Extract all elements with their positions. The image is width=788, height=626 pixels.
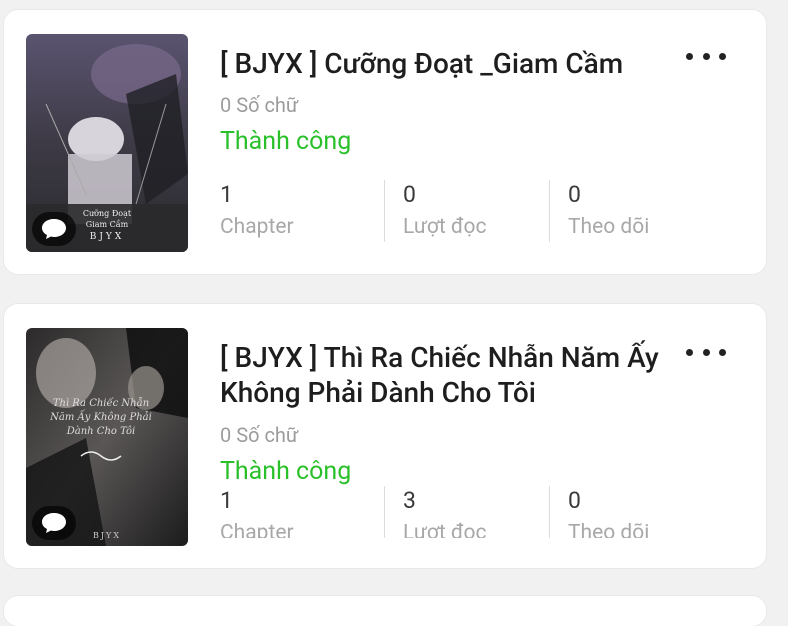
- dot: [686, 348, 693, 356]
- cover-author: BJYX: [93, 531, 121, 540]
- cover-title-line1: Cưỡng Đoạt: [83, 209, 132, 218]
- cover-author: BJYX: [90, 232, 125, 242]
- stat-label: Lượt đọc: [403, 521, 487, 538]
- stat-label: Theo dõi: [568, 521, 650, 538]
- dot: [719, 348, 726, 356]
- stat-value: 0: [403, 181, 416, 208]
- word-count: 0 Số chữ: [220, 93, 299, 117]
- status-label: Thành công: [220, 127, 352, 156]
- stat-label: Theo dõi: [568, 215, 650, 239]
- comment-button[interactable]: [32, 212, 76, 246]
- story-title-line2[interactable]: Không Phải Dành Cho Tôi: [220, 375, 696, 410]
- speech-bubble-icon: [42, 219, 66, 239]
- story-stats: 1 Chapter 3 Lượt đọc 0 Theo dõi: [220, 486, 714, 538]
- status-label: Thành công: [220, 457, 352, 486]
- stat-label: Chapter: [220, 215, 294, 239]
- dot: [702, 348, 710, 356]
- dot: [686, 52, 693, 60]
- story-card-next[interactable]: [4, 596, 766, 626]
- story-stats: 1 Chapter 0 Lượt đọc 0 Theo dõi: [220, 180, 714, 242]
- story-title[interactable]: [ BJYX ] Thì Ra Chiếc Nhẫn Năm Ấy: [220, 340, 696, 375]
- stat-chapters: 1 Chapter: [220, 180, 384, 242]
- stat-reads: 0 Lượt đọc: [384, 180, 549, 242]
- stat-value: 3: [403, 487, 416, 514]
- stat-followers: 0 Theo dõi: [549, 486, 714, 538]
- cover-title-line2: Giam Cầm: [86, 220, 129, 229]
- cover-title-line2: Năm Ấy Không Phải: [49, 410, 152, 423]
- cover-title-line1: Thì Ra Chiếc Nhẫn: [53, 398, 149, 409]
- stat-chapters: 1 Chapter: [220, 486, 384, 538]
- stat-value: 0: [568, 181, 581, 208]
- stat-label: Chapter: [220, 521, 294, 538]
- story-card[interactable]: Thì Ra Chiếc Nhẫn Năm Ấy Không Phải Dành…: [4, 304, 766, 568]
- stat-value: 1: [220, 181, 233, 208]
- more-options-icon[interactable]: [686, 46, 726, 66]
- stat-value: 1: [220, 487, 233, 514]
- story-card[interactable]: Cưỡng Đoạt Giam Cầm BJYX [ BJYX ] Cưỡng …: [4, 10, 766, 274]
- dot: [702, 52, 710, 60]
- cover-title-line3: Dành Cho Tôi: [66, 426, 135, 437]
- speech-bubble-icon: [42, 513, 66, 533]
- stat-label: Lượt đọc: [403, 215, 487, 239]
- stat-value: 0: [568, 487, 581, 514]
- story-title[interactable]: [ BJYX ] Cưỡng Đoạt _Giam Cầm: [220, 46, 696, 81]
- dot: [719, 52, 726, 60]
- story-cover-image[interactable]: Cưỡng Đoạt Giam Cầm BJYX: [26, 34, 188, 252]
- stat-followers: 0 Theo dõi: [549, 180, 714, 242]
- word-count: 0 Số chữ: [220, 423, 299, 447]
- comment-button[interactable]: [32, 506, 76, 540]
- more-options-icon[interactable]: [686, 342, 726, 362]
- stat-reads: 3 Lượt đọc: [384, 486, 549, 538]
- story-cover-image[interactable]: Thì Ra Chiếc Nhẫn Năm Ấy Không Phải Dành…: [26, 328, 188, 546]
